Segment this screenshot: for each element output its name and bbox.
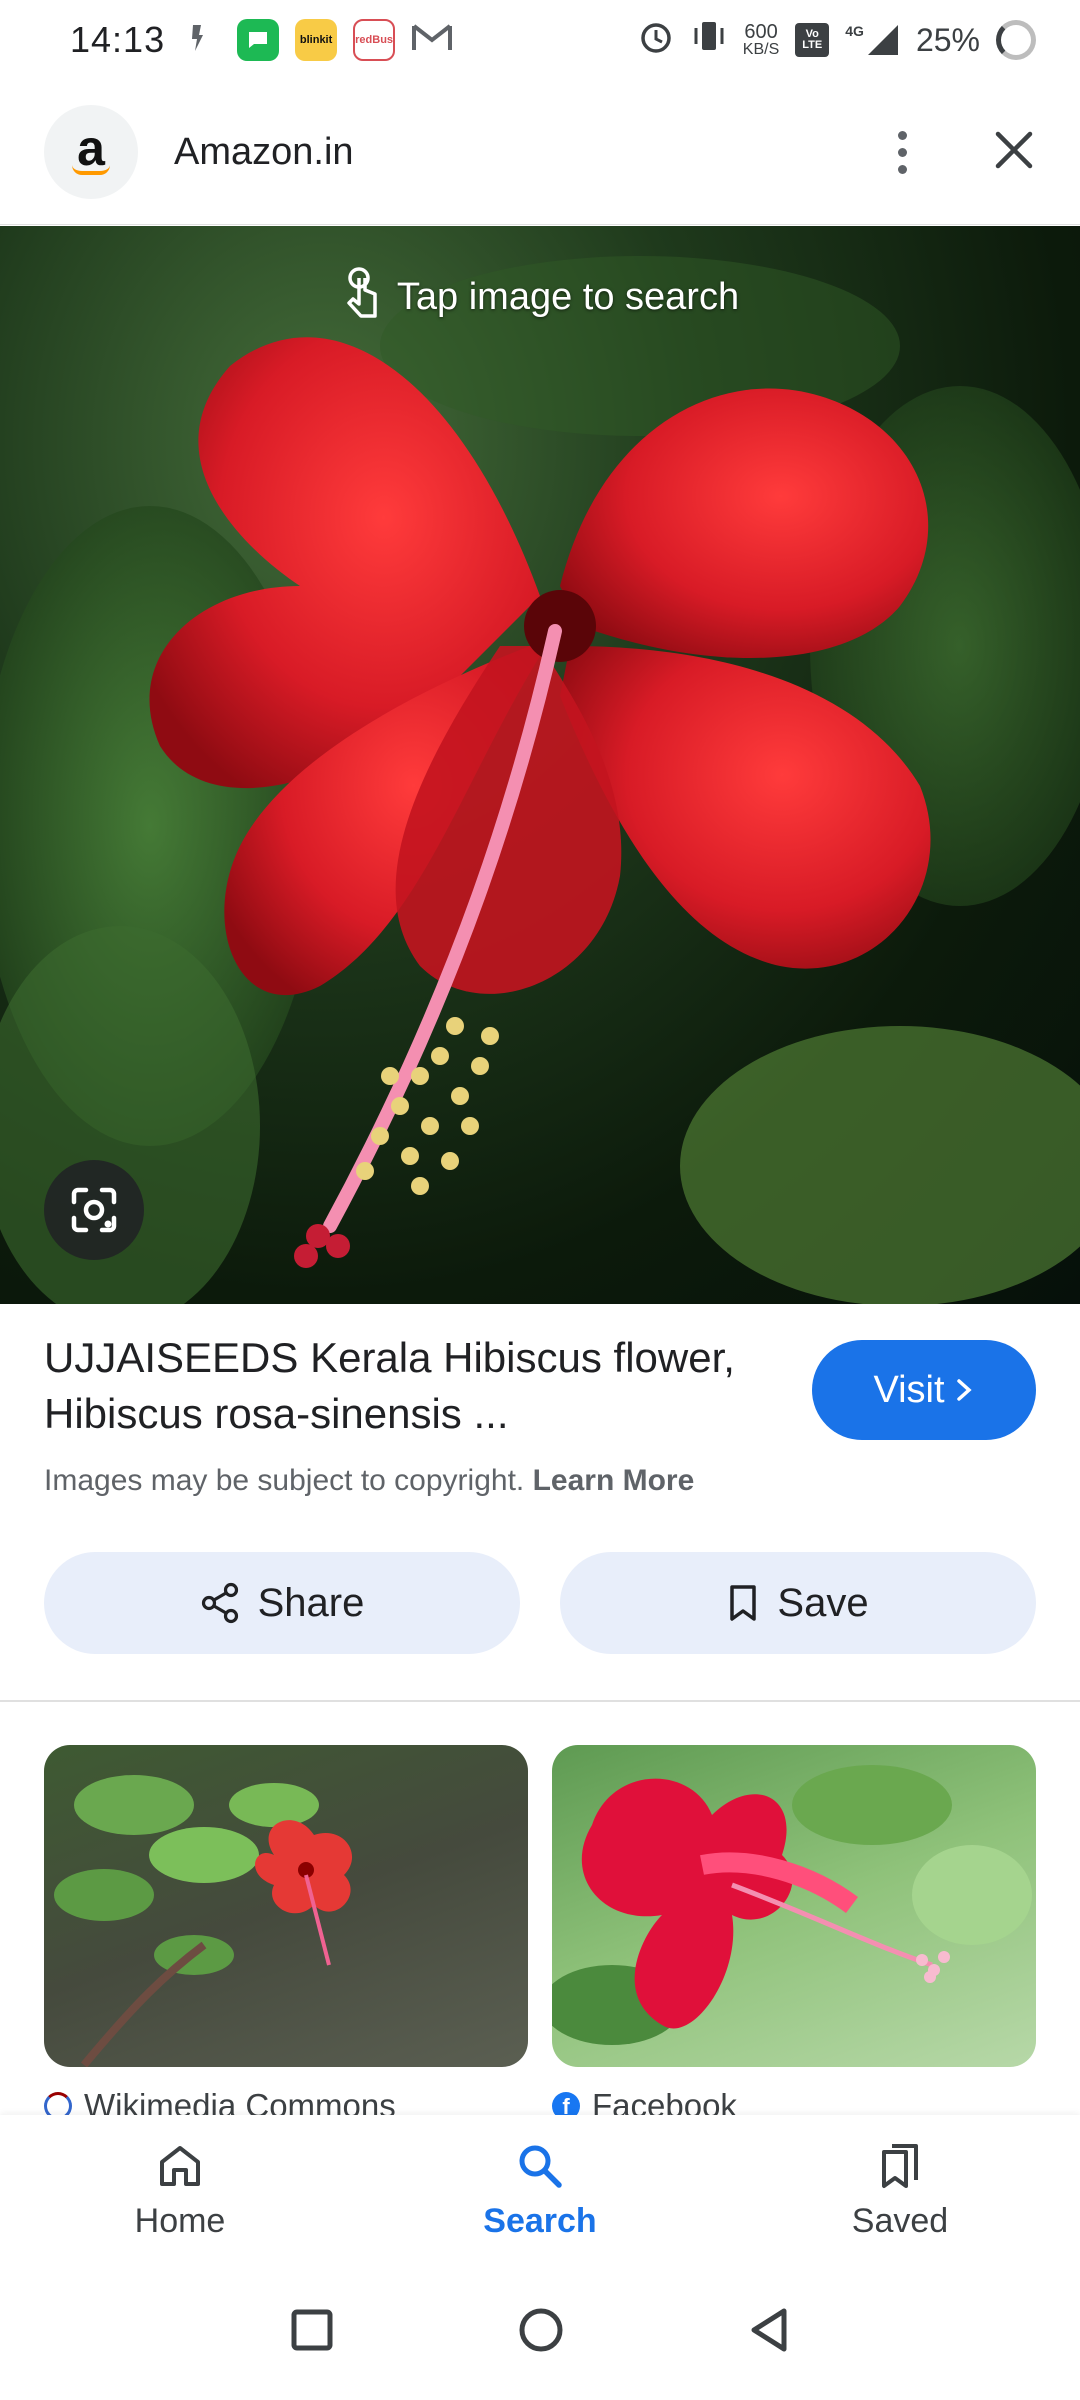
net-speed: 600 KB/S [742,21,780,58]
related-image[interactable] [552,1745,1036,2067]
visit-button[interactable]: Visit [812,1340,1036,1440]
system-navigation [0,2265,1080,2400]
bottom-navigation: Home Search Saved [0,2115,1080,2265]
nav-saved[interactable]: Saved [780,2140,1020,2241]
related-results: Wikimedia Commons f Facebook [44,1745,1036,2115]
status-bar: 14:13 blinkit redBus 600 KB/S Vo LTE 4G … [0,0,1080,80]
copyright-notice: Images may be subject to copyright. Lear… [44,1464,695,1497]
amazon-logo: a [44,105,138,199]
learn-more-link[interactable]: Learn More [533,1464,695,1497]
result-title[interactable]: UJJAISEEDS Kerala Hibiscus flower, Hibis… [44,1330,744,1442]
gmail-icon [411,22,453,59]
site-header: a Amazon.in [0,80,1080,225]
search-icon [519,2145,562,2188]
recents-icon[interactable] [288,2306,336,2359]
share-icon [201,1582,238,1624]
hibiscus-illustration [0,256,1080,1304]
torch-icon [187,23,207,58]
tap-hint-text: Tap image to search [396,275,740,318]
section-divider [0,1700,1080,1702]
home-icon [160,2145,200,2186]
saved-icon [882,2143,918,2188]
messages-app-icon [237,19,280,61]
nav-search[interactable]: Search [420,2140,660,2241]
lens-search-button[interactable] [44,1160,144,1260]
save-button[interactable]: Save [560,1552,1036,1654]
hibiscus-image[interactable]: Tap image to search [0,226,1080,1304]
share-button[interactable]: Share [44,1552,520,1654]
tap-image-hint: Tap image to search [0,266,1080,328]
chevron-right-icon [956,1379,972,1401]
related-card[interactable]: f Facebook [552,1745,1036,2115]
blinkit-app-icon: blinkit [295,19,338,61]
volte-icon: Vo LTE [795,23,830,57]
related-card[interactable]: Wikimedia Commons [44,1745,528,2115]
home-nav-icon[interactable] [516,2305,566,2360]
nav-home[interactable]: Home [60,2140,300,2241]
more-options-icon[interactable] [882,130,922,174]
vibrate-icon [691,18,727,62]
status-time: 14:13 [70,19,166,60]
close-icon[interactable] [992,128,1036,177]
site-name: Amazon.in [174,130,354,173]
battery-icon [996,20,1036,60]
wikimedia-icon [44,2092,72,2115]
action-row: Share Save [44,1552,1036,1654]
lens-icon [71,1187,117,1233]
result-info: UJJAISEEDS Kerala Hibiscus flower, Hibis… [44,1330,1036,1497]
related-source: Wikimedia Commons [44,2087,528,2115]
facebook-icon: f [552,2092,580,2115]
related-source: f Facebook [552,2087,1036,2115]
bookmark-icon [730,1585,757,1621]
back-icon[interactable] [746,2305,792,2360]
tap-gesture-icon [341,266,381,328]
battery-percent: 25% [915,21,980,58]
signal-icon: 4G [845,23,900,57]
alarm-icon [637,17,675,63]
related-image[interactable] [44,1745,528,2067]
redbus-app-icon: redBus [353,19,396,61]
